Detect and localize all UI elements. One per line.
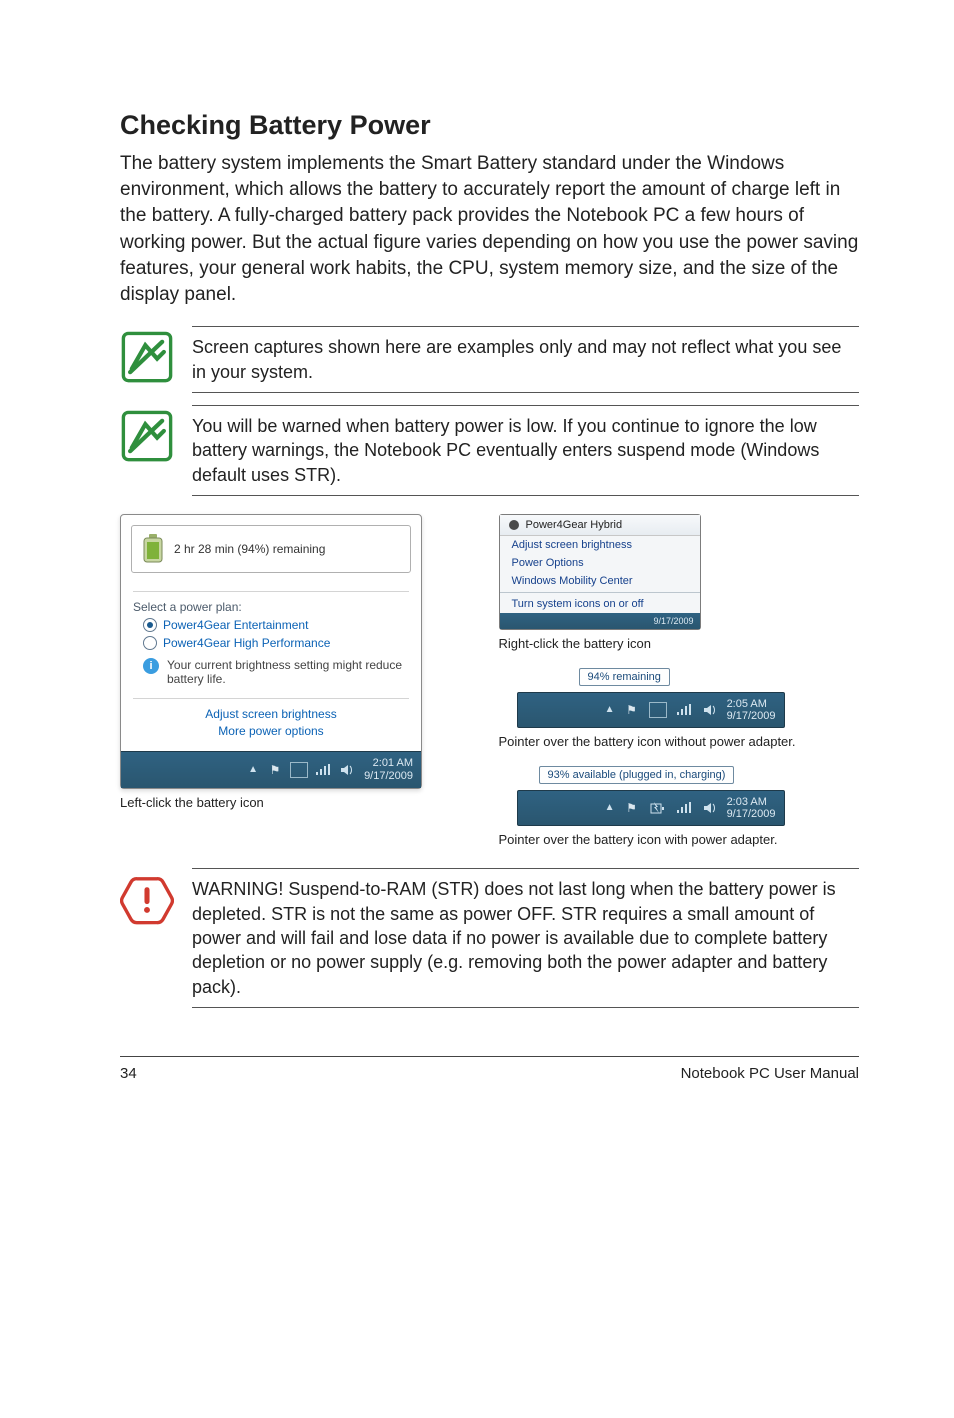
radio-selected-icon: [143, 618, 157, 632]
battery-charging-tray-icon[interactable]: [649, 800, 667, 816]
plan-label: Select a power plan:: [133, 600, 409, 614]
warning-icon: [120, 872, 174, 926]
note-box-1: Screen captures shown here are examples …: [120, 326, 859, 393]
network-icon[interactable]: [675, 800, 693, 816]
taskbar-tray: ▲ ⚑ 2:01 AM 9/17/2009: [121, 751, 421, 788]
menu-item-power-options[interactable]: Power Options: [500, 554, 700, 572]
battery-tooltip: 94% remaining: [579, 668, 670, 686]
plan-option-1[interactable]: Power4Gear Entertainment: [143, 618, 409, 632]
menu-title: Power4Gear Hybrid: [526, 519, 623, 531]
plan-option-2[interactable]: Power4Gear High Performance: [143, 636, 409, 650]
book-title: Notebook PC User Manual: [681, 1065, 859, 1082]
flag-icon[interactable]: ⚑: [623, 702, 641, 718]
page-number: 34: [120, 1065, 137, 1082]
brightness-info: i Your current brightness setting might …: [143, 658, 409, 686]
page-heading: Checking Battery Power: [120, 110, 859, 141]
page-footer: 34 Notebook PC User Manual: [120, 1056, 859, 1082]
menu-item-system-icons[interactable]: Turn system icons on or off: [500, 595, 700, 613]
plan-option-label: Power4Gear High Performance: [163, 636, 330, 650]
flag-icon[interactable]: ⚑: [266, 762, 284, 778]
figure-left-col: 2 hr 28 min (94%) remaining Select a pow…: [120, 514, 481, 812]
menu-item-mobility-center[interactable]: Windows Mobility Center: [500, 572, 700, 590]
volume-icon[interactable]: [701, 702, 719, 718]
info-icon: i: [143, 658, 159, 674]
menu-item-adjust-brightness[interactable]: Adjust screen brightness: [500, 536, 700, 554]
section-intro: The battery system implements the Smart …: [120, 151, 859, 308]
plan-option-label: Power4Gear Entertainment: [163, 618, 308, 632]
tray-date: 9/17/2009: [727, 710, 776, 722]
tray-date: 9/17/2009: [364, 770, 413, 783]
hybrid-icon: [508, 519, 520, 531]
menu-title-row[interactable]: Power4Gear Hybrid: [500, 515, 700, 536]
battery-tooltip-charging: 93% available (plugged in, charging): [539, 766, 735, 784]
figure-caption: Pointer over the battery icon without po…: [499, 734, 860, 751]
warning-text: WARNING! Suspend-to-RAM (STR) does not l…: [192, 868, 859, 1007]
battery-icon: [142, 534, 164, 564]
tray-clock[interactable]: 2:01 AM 9/17/2009: [364, 757, 413, 783]
note-icon: [120, 330, 174, 384]
taskbar-tray-3: ▲ ⚑ 2:03 AM 9/17/2009: [517, 790, 785, 826]
tray-date: 9/17/2009: [727, 808, 776, 820]
note-icon: [120, 409, 174, 463]
warning-box: WARNING! Suspend-to-RAM (STR) does not l…: [120, 868, 859, 1007]
link-adjust-brightness[interactable]: Adjust screen brightness: [133, 707, 409, 721]
figure-right-col: Power4Gear Hybrid Adjust screen brightne…: [499, 514, 860, 849]
tray-time: 2:05 AM: [727, 698, 776, 710]
note-text: You will be warned when battery power is…: [192, 405, 859, 496]
tray-date-small: 9/17/2009: [653, 616, 693, 626]
note-box-2: You will be warned when battery power is…: [120, 405, 859, 496]
figure-caption: Pointer over the battery icon with power…: [499, 832, 860, 849]
flag-icon[interactable]: ⚑: [623, 800, 641, 816]
chevron-up-icon[interactable]: ▲: [248, 764, 258, 775]
context-menu: Power4Gear Hybrid Adjust screen brightne…: [499, 514, 701, 630]
tray-time: 2:03 AM: [727, 796, 776, 808]
volume-icon[interactable]: [338, 762, 356, 778]
link-more-power-options[interactable]: More power options: [133, 724, 409, 738]
tray-clock[interactable]: 2:05 AM 9/17/2009: [727, 698, 776, 722]
battery-tray-icon[interactable]: [290, 762, 308, 778]
volume-icon[interactable]: [701, 800, 719, 816]
network-icon[interactable]: [314, 762, 332, 778]
battery-status-text: 2 hr 28 min (94%) remaining: [174, 542, 325, 556]
tray-clock[interactable]: 2:03 AM 9/17/2009: [727, 796, 776, 820]
taskbar-tray-2: ▲ ⚑ 2:05 AM 9/17/2009: [517, 692, 785, 728]
figure-caption: Right-click the battery icon: [499, 636, 860, 653]
battery-popup: 2 hr 28 min (94%) remaining Select a pow…: [120, 514, 422, 789]
radio-unselected-icon: [143, 636, 157, 650]
tray-time: 2:01 AM: [364, 757, 413, 770]
info-text: Your current brightness setting might re…: [167, 658, 409, 686]
battery-status-box: 2 hr 28 min (94%) remaining: [131, 525, 411, 573]
chevron-up-icon[interactable]: ▲: [605, 802, 615, 813]
figure-caption: Left-click the battery icon: [120, 795, 481, 812]
note-text: Screen captures shown here are examples …: [192, 326, 859, 393]
chevron-up-icon[interactable]: ▲: [605, 704, 615, 715]
battery-tray-icon[interactable]: [649, 702, 667, 718]
network-icon[interactable]: [675, 702, 693, 718]
